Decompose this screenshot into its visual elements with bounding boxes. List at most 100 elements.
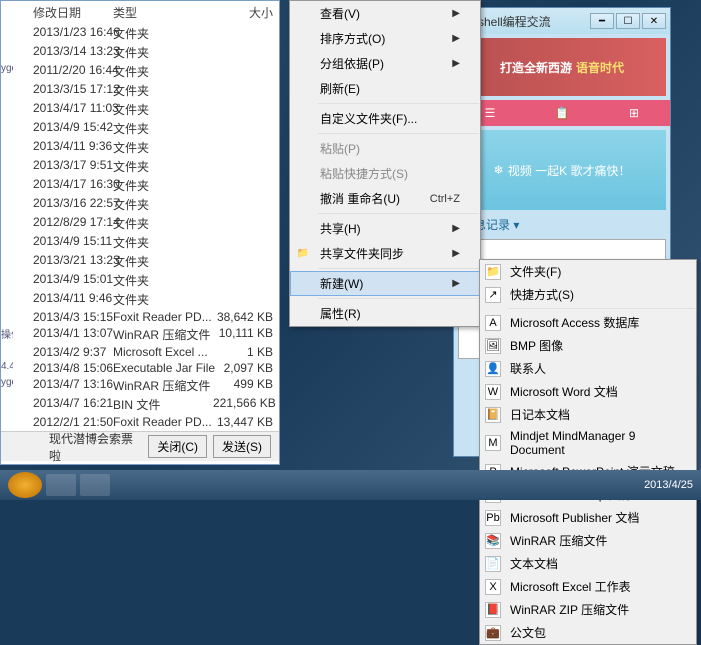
submenu-item[interactable]: 📚WinRAR 压缩文件 <box>480 529 696 552</box>
submenu-item[interactable]: 🖼BMP 图像 <box>480 334 696 357</box>
submenu-item[interactable]: WMicrosoft Word 文档 <box>480 380 696 403</box>
send-button[interactable]: 发送(S) <box>213 435 271 458</box>
menu-item[interactable]: 排序方式(O)▶ <box>290 26 480 51</box>
menu-item[interactable]: 撤消 重命名(U)Ctrl+Z <box>290 186 480 211</box>
filetype-icon: Pb <box>485 510 501 526</box>
file-row[interactable]: 4.4.0...2013/4/8 15:06Executable Jar Fil… <box>1 360 279 376</box>
chat-content-banner[interactable]: ❄ 视频 一起K 歌才痛快！ <box>458 130 666 210</box>
file-row[interactable]: 2013/4/11 9:46文件夹 <box>1 290 279 309</box>
file-row[interactable]: 2013/3/15 17:12文件夹 <box>1 81 279 100</box>
file-row[interactable]: 2013/4/3 15:15Foxit Reader PD...38,642 K… <box>1 309 279 325</box>
file-row[interactable]: 2013/4/11 9:36文件夹 <box>1 138 279 157</box>
chat-title-text: shell编程交流 <box>478 13 586 30</box>
footer-message: 现代潜博会索票啦 <box>49 430 142 464</box>
filetype-icon: 💼 <box>485 625 501 641</box>
filetype-icon: 📔 <box>485 407 501 423</box>
filetype-icon: 📁 <box>485 264 501 280</box>
header-date[interactable]: 修改日期 <box>13 4 113 21</box>
chat-tab-3[interactable]: ⊞ <box>598 100 670 126</box>
submenu-item[interactable]: 💼公文包 <box>480 621 696 644</box>
menu-item[interactable]: 新建(W)▶ <box>290 271 480 296</box>
submenu-item[interactable]: XMicrosoft Excel 工作表 <box>480 575 696 598</box>
filetype-icon: 📄 <box>485 556 501 572</box>
menu-item[interactable]: 粘贴(P) <box>290 136 480 161</box>
taskbar[interactable]: 2013/4/25 <box>0 470 701 500</box>
submenu-arrow-icon: ▶ <box>452 248 460 259</box>
taskbar-item[interactable] <box>46 474 76 496</box>
filetype-icon: W <box>485 384 501 400</box>
close-button[interactable]: 关闭(C) <box>148 435 207 458</box>
menu-item[interactable]: 自定义文件夹(F)... <box>290 106 480 131</box>
submenu-arrow-icon: ▶ <box>452 223 460 234</box>
menu-separator <box>318 213 479 214</box>
submenu-item[interactable]: 👤联系人 <box>480 357 696 380</box>
filetype-icon: A <box>485 315 501 331</box>
filetype-icon: 📕 <box>485 602 501 618</box>
submenu-item[interactable]: PbMicrosoft Publisher 文档 <box>480 506 696 529</box>
explorer-window: 修改日期 类型 大小 2013/1/23 16:46文件夹2013/3/14 1… <box>0 0 280 465</box>
menu-separator <box>318 103 479 104</box>
menu-item[interactable]: 粘贴快捷方式(S) <box>290 161 480 186</box>
maximize-button[interactable]: ☐ <box>616 13 640 29</box>
file-row[interactable]: 操作...2013/4/1 13:07WinRAR 压缩文件10,111 KB <box>1 325 279 344</box>
file-row[interactable]: 2012/8/29 17:14文件夹 <box>1 214 279 233</box>
close-button[interactable]: ✕ <box>642 13 666 29</box>
file-list-header[interactable]: 修改日期 类型 大小 <box>1 1 279 24</box>
file-row[interactable]: 2013/3/16 22:57文件夹 <box>1 195 279 214</box>
menu-item[interactable]: 分组依据(P)▶ <box>290 51 480 76</box>
menu-item[interactable]: 共享(H)▶ <box>290 216 480 241</box>
file-row[interactable]: 2013/1/23 16:46文件夹 <box>1 24 279 43</box>
start-button[interactable] <box>8 472 42 498</box>
filetype-icon: X <box>485 579 501 595</box>
filetype-icon: ↗ <box>485 287 501 303</box>
chat-ad-banner[interactable]: 打造全新西游 语音时代 <box>458 38 666 96</box>
menu-separator <box>318 268 479 269</box>
submenu-item[interactable]: AMicrosoft Access 数据库 <box>480 311 696 334</box>
file-row[interactable]: 2013/4/7 16:21BIN 文件221,566 KB <box>1 395 279 414</box>
header-type[interactable]: 类型 <box>113 4 213 21</box>
submenu-arrow-icon: ▶ <box>452 278 460 289</box>
chat-tab-2[interactable]: 📋 <box>526 100 598 126</box>
menu-item[interactable]: 查看(V)▶ <box>290 1 480 26</box>
taskbar-item[interactable] <box>80 474 110 496</box>
submenu-item[interactable]: 📔日记本文档 <box>480 403 696 426</box>
menu-item[interactable]: 📁共享文件夹同步▶ <box>290 241 480 266</box>
submenu-item[interactable]: 📕WinRAR ZIP 压缩文件 <box>480 598 696 621</box>
header-size[interactable]: 大小 <box>213 4 273 21</box>
submenu-arrow-icon: ▶ <box>452 58 460 69</box>
explorer-footer: 现代潜博会索票啦 关闭(C) 发送(S) <box>1 431 279 461</box>
chat-titlebar[interactable]: shell编程交流 ━ ☐ ✕ <box>454 8 670 34</box>
file-row[interactable]: 2013/4/2 9:37Microsoft Excel ...1 KB <box>1 344 279 360</box>
file-row[interactable]: yge...2013/4/7 13:16WinRAR 压缩文件499 KB <box>1 376 279 395</box>
filetype-icon: M <box>485 435 501 451</box>
context-menu: 查看(V)▶排序方式(O)▶分组依据(P)▶刷新(E) 自定义文件夹(F)... 粘… <box>289 0 481 327</box>
filetype-icon: 🖼 <box>485 338 501 354</box>
filetype-icon: 👤 <box>485 361 501 377</box>
file-row[interactable]: 2013/3/17 9:51文件夹 <box>1 157 279 176</box>
file-row[interactable]: yge...2011/2/20 16:44文件夹 <box>1 62 279 81</box>
submenu-arrow-icon: ▶ <box>452 8 460 19</box>
filetype-icon: 📚 <box>485 533 501 549</box>
taskbar-clock[interactable]: 2013/4/25 <box>644 479 693 491</box>
file-row[interactable]: 2013/4/9 15:01文件夹 <box>1 271 279 290</box>
menu-item-icon: 📁 <box>296 247 310 261</box>
submenu-item[interactable]: 📁文件夹(F) <box>480 260 696 283</box>
message-log-toggle[interactable]: 消息记录 ▾ <box>454 214 670 235</box>
menu-item[interactable]: 属性(R) <box>290 301 480 326</box>
file-row[interactable]: 2013/4/9 15:11文件夹 <box>1 233 279 252</box>
file-row[interactable]: 2013/3/21 13:23文件夹 <box>1 252 279 271</box>
file-list-pane[interactable]: 修改日期 类型 大小 2013/1/23 16:46文件夹2013/3/14 1… <box>1 1 279 431</box>
submenu-item[interactable]: 📄文本文档 <box>480 552 696 575</box>
file-row[interactable]: 2013/3/14 13:23文件夹 <box>1 43 279 62</box>
file-row[interactable]: 2013/4/17 16:30文件夹 <box>1 176 279 195</box>
file-row[interactable]: 2012/2/1 21:50Foxit Reader PD...13,447 K… <box>1 414 279 430</box>
menu-separator <box>508 308 695 309</box>
submenu-item[interactable]: ↗快捷方式(S) <box>480 283 696 306</box>
file-row[interactable]: 2013/4/9 15:42文件夹 <box>1 119 279 138</box>
submenu-item[interactable]: MMindjet MindManager 9 Document <box>480 426 696 460</box>
menu-separator <box>318 133 479 134</box>
menu-separator <box>318 298 479 299</box>
file-row[interactable]: 2013/4/17 11:03文件夹 <box>1 100 279 119</box>
minimize-button[interactable]: ━ <box>590 13 614 29</box>
menu-item[interactable]: 刷新(E) <box>290 76 480 101</box>
